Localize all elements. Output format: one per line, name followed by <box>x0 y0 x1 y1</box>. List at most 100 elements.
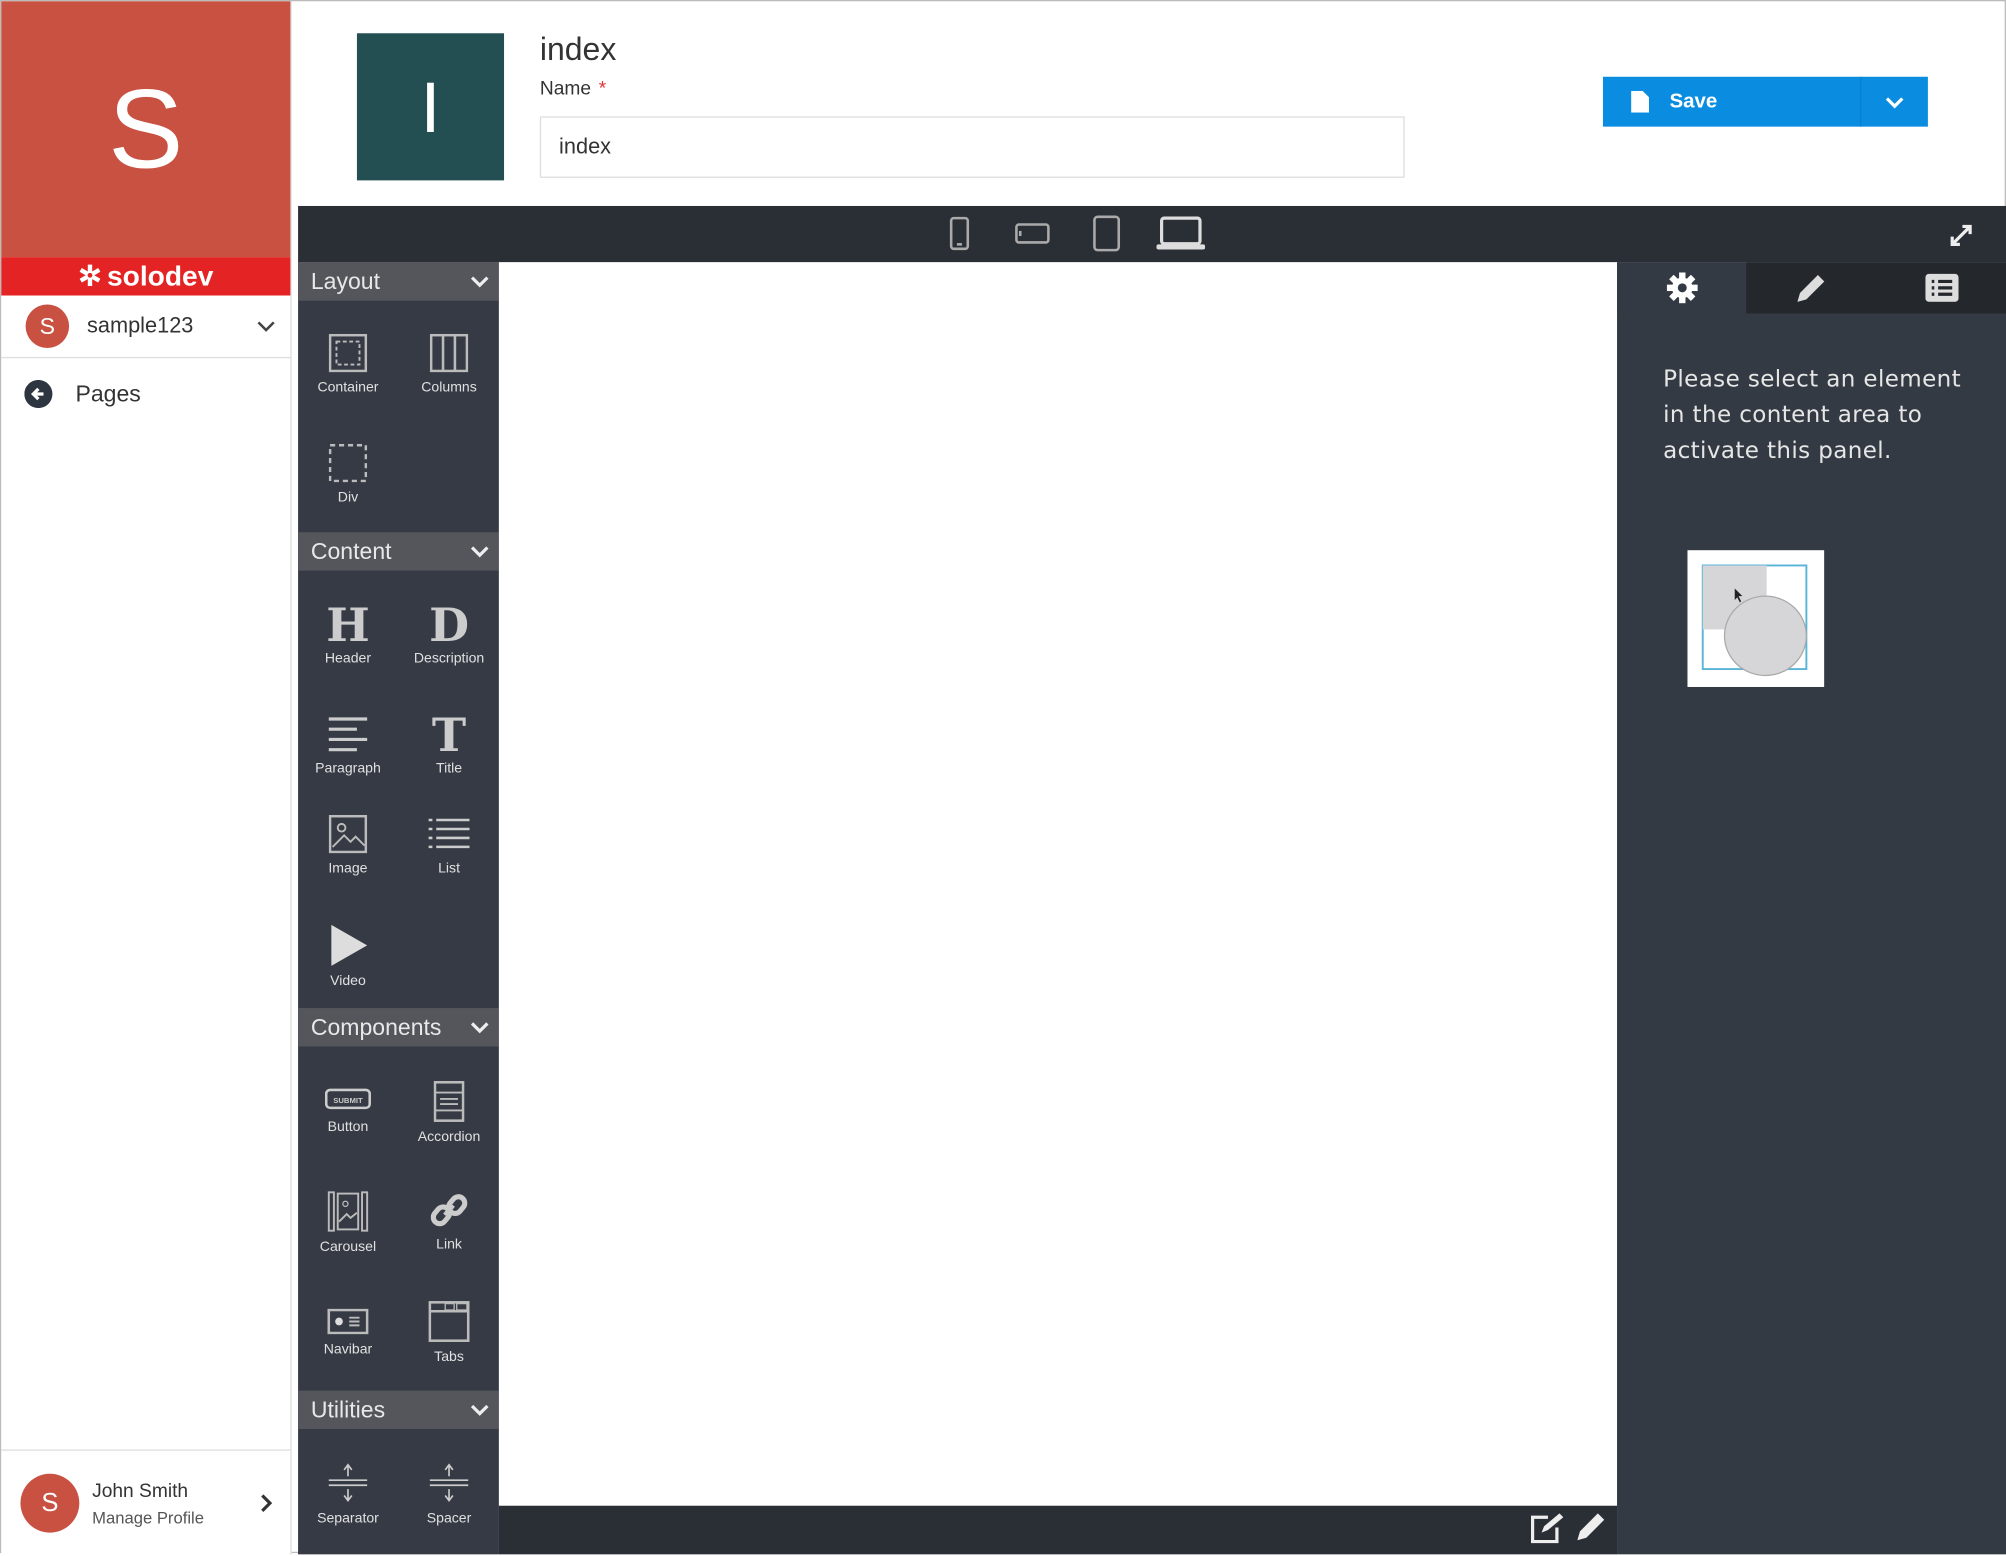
list-alt-icon <box>1925 273 1959 302</box>
section-components-header[interactable]: Components <box>298 1008 499 1047</box>
tool-navibar[interactable]: Navibar <box>298 1308 398 1358</box>
section-utilities-header[interactable]: Utilities <box>298 1390 499 1429</box>
header-icon: H <box>326 598 370 653</box>
panel-message: Please select an element in the content … <box>1663 365 1962 465</box>
tool-description[interactable]: D Description <box>399 600 499 667</box>
accordion-icon <box>433 1081 465 1122</box>
tool-carousel[interactable]: Carousel <box>298 1191 398 1255</box>
section-title: Content <box>310 537 392 564</box>
logo-star-icon: ✲ <box>78 259 102 292</box>
expand-icon[interactable] <box>1948 223 1974 249</box>
section-title: Utilities <box>310 1396 386 1422</box>
edit-square-icon[interactable] <box>1530 1513 1564 1544</box>
mobile-portrait-icon[interactable] <box>949 216 970 251</box>
paragraph-icon <box>328 717 368 752</box>
tool-label: Tabs <box>434 1349 464 1366</box>
file-icon <box>1631 90 1650 113</box>
chevron-down-icon <box>470 546 489 558</box>
device-toolbar <box>298 205 2006 263</box>
tool-label: Header <box>324 651 372 667</box>
tab-layers[interactable] <box>1876 262 2006 314</box>
tool-title[interactable]: T Title <box>399 710 499 777</box>
tool-label: Spacer <box>426 1510 472 1527</box>
description-icon: D <box>429 598 470 653</box>
pencil-icon[interactable] <box>1575 1512 1606 1543</box>
arrow-left-circle-icon <box>24 379 53 409</box>
list-icon <box>428 818 470 849</box>
svg-text:SUBMIT: SUBMIT <box>333 1096 363 1105</box>
app: S ✲ solodev S sample123 Pages S John Smit… <box>0 0 2006 1555</box>
tool-spacer[interactable]: Spacer <box>399 1462 499 1526</box>
pages-label: Pages <box>75 380 141 407</box>
tool-link[interactable]: Link <box>399 1191 499 1252</box>
tab-settings[interactable] <box>1617 262 1747 314</box>
account-name: sample123 <box>86 313 194 338</box>
account-switcher[interactable]: S sample123 <box>1 296 291 359</box>
save-dropdown[interactable] <box>1860 76 1928 127</box>
section-content-header[interactable]: Content <box>298 532 499 571</box>
div-icon <box>328 443 368 483</box>
content-canvas[interactable] <box>498 262 1618 1506</box>
elements-panel: Layout Container Columns Div Content H He… <box>298 262 499 1555</box>
tool-paragraph[interactable]: Paragraph <box>298 715 398 777</box>
tool-label: Accordion <box>417 1129 481 1145</box>
tool-label: List <box>438 860 460 877</box>
tool-columns[interactable]: Columns <box>399 333 499 395</box>
tool-div[interactable]: Div <box>298 443 398 506</box>
container-icon <box>328 333 368 373</box>
tool-video[interactable]: Video <box>298 924 398 989</box>
mobile-landscape-icon[interactable] <box>1014 223 1050 245</box>
tool-label: Container <box>317 379 379 396</box>
profile-row[interactable]: S John Smith Manage Profile <box>1 1449 291 1555</box>
tool-accordion[interactable]: Accordion <box>399 1081 499 1145</box>
tab-style[interactable] <box>1746 262 1877 314</box>
tool-label: Description <box>413 651 485 667</box>
site-tile[interactable]: S <box>1 1 291 258</box>
manage-profile-link[interactable]: Manage Profile <box>92 1508 260 1527</box>
chevron-right-icon <box>261 1494 273 1512</box>
tool-label: Separator <box>317 1510 379 1527</box>
tool-tabs[interactable]: Tabs <box>399 1301 499 1365</box>
tool-header[interactable]: H Header <box>298 600 398 667</box>
solodev-logo[interactable]: ✲ solodev <box>1 257 291 296</box>
tool-label: Carousel <box>319 1239 377 1255</box>
name-label-text: Name <box>539 78 592 100</box>
sidebar: S ✲ solodev S sample123 Pages S John Smit… <box>1 1 292 1555</box>
tool-label: Video <box>330 973 366 989</box>
account-avatar: S <box>25 304 70 348</box>
tool-label: Button <box>327 1119 369 1135</box>
tool-label: Div <box>337 489 359 506</box>
desktop-icon[interactable] <box>1156 216 1206 251</box>
chevron-down-icon <box>470 1404 489 1416</box>
tool-label: Paragraph <box>315 761 381 777</box>
logo-text: solodev <box>107 259 214 292</box>
tool-separator[interactable]: Separator <box>298 1462 398 1526</box>
tool-container[interactable]: Container <box>298 333 398 396</box>
pages-link[interactable]: Pages <box>24 379 141 409</box>
tool-button[interactable]: SUBMIT Button <box>298 1086 398 1135</box>
pencil-icon <box>1797 275 1825 302</box>
gear-icon <box>1666 272 1697 304</box>
tool-label: Link <box>436 1237 462 1253</box>
save-button[interactable]: Save <box>1602 76 1928 127</box>
tool-label: Navibar <box>323 1341 373 1358</box>
canvas-footer <box>498 1505 1618 1555</box>
required-mark: * <box>598 78 607 100</box>
page-tile: I <box>356 33 505 181</box>
select-element-illustration <box>1687 550 1825 687</box>
carousel-icon <box>327 1191 369 1232</box>
title-icon: T <box>431 708 467 763</box>
tool-label: Title <box>436 761 463 777</box>
name-label: Name * <box>540 78 606 100</box>
tablet-icon[interactable] <box>1093 215 1121 252</box>
section-layout-header[interactable]: Layout <box>298 262 499 301</box>
tool-list[interactable]: List <box>399 817 499 876</box>
name-input[interactable] <box>539 116 1405 178</box>
link-icon <box>430 1194 468 1227</box>
tool-image[interactable]: Image <box>298 814 398 877</box>
section-title: Layout <box>310 268 381 294</box>
chevron-down-icon <box>470 1022 489 1034</box>
separator-icon <box>328 1463 368 1503</box>
spacer-icon <box>429 1463 469 1503</box>
tool-label: Image <box>328 860 368 877</box>
